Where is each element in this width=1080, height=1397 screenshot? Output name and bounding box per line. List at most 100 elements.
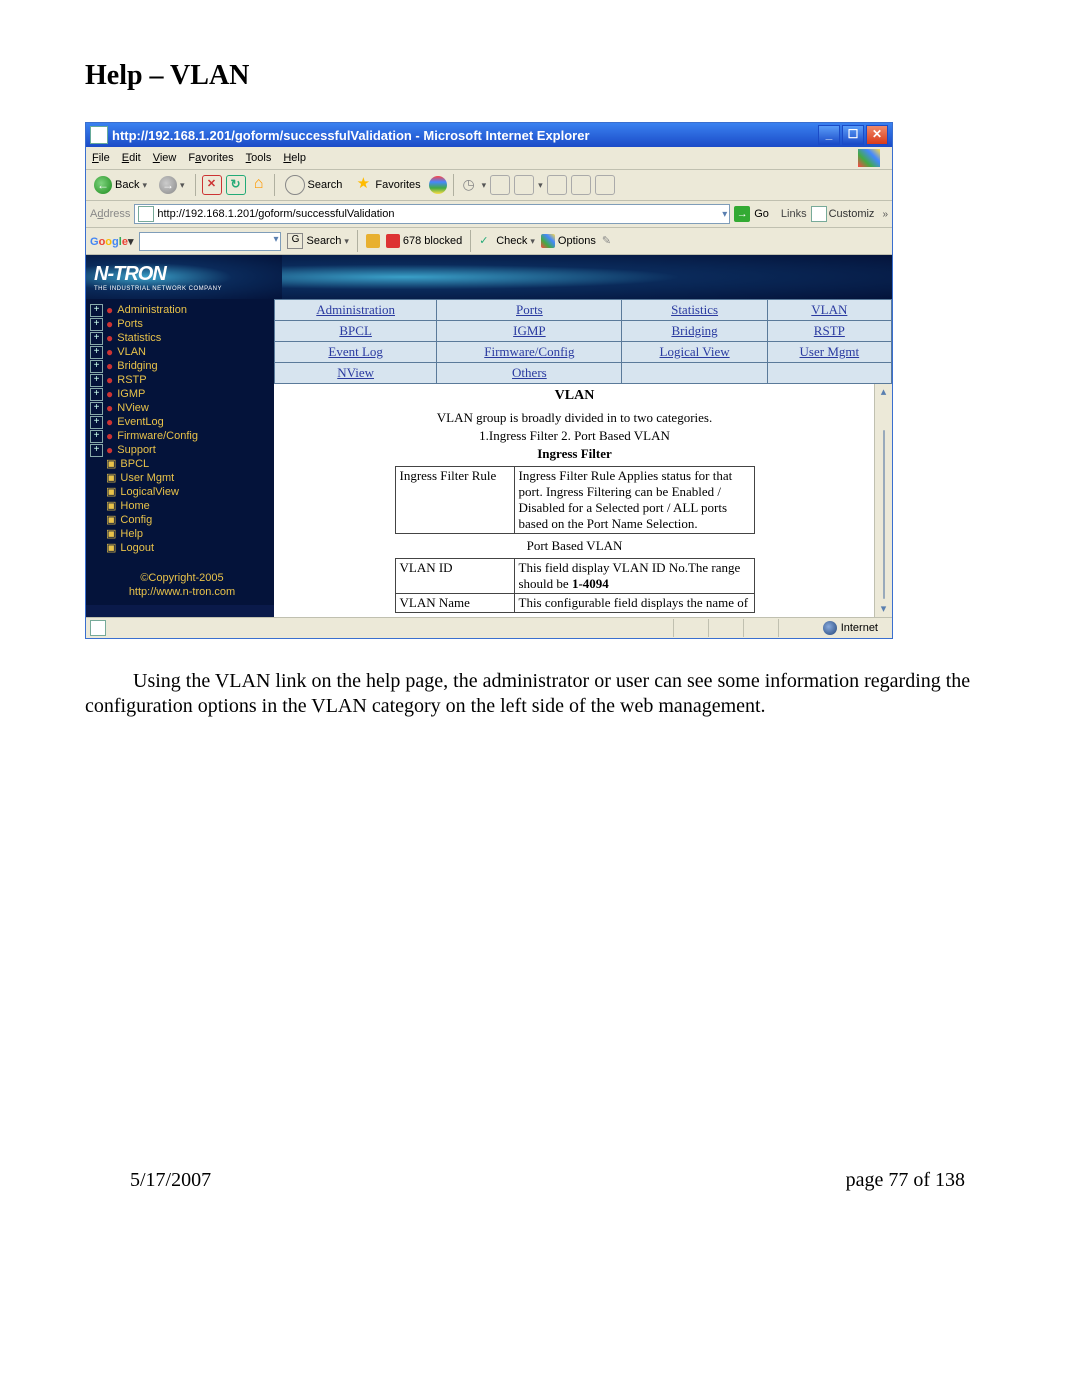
- history-icon[interactable]: [460, 176, 478, 194]
- media-icon[interactable]: [429, 176, 447, 194]
- tree-label[interactable]: Config: [120, 513, 152, 527]
- tree-label[interactable]: Statistics: [117, 331, 161, 345]
- tree-item-help[interactable]: ▣Help: [90, 527, 274, 541]
- tab-bpcl[interactable]: BPCL: [339, 323, 372, 338]
- tree-item-ports[interactable]: +●Ports: [90, 317, 274, 331]
- expand-icon[interactable]: +: [90, 430, 103, 443]
- tree-label[interactable]: Support: [117, 443, 156, 457]
- go-icon[interactable]: [734, 206, 750, 222]
- menu-file[interactable]: File: [92, 152, 110, 164]
- tree-label[interactable]: Firmware/Config: [117, 429, 198, 443]
- tab-ports[interactable]: Ports: [516, 302, 543, 317]
- stop-icon[interactable]: [202, 175, 222, 195]
- chevron-down-icon[interactable]: ▾: [722, 209, 727, 220]
- tree-item-nview[interactable]: +●NView: [90, 401, 274, 415]
- tree-item-home[interactable]: ▣Home: [90, 499, 274, 513]
- google-logo[interactable]: Google▾: [90, 235, 133, 248]
- forward-button[interactable]: ▾: [155, 174, 189, 196]
- minimize-button[interactable]: _: [818, 125, 840, 145]
- tree-label[interactable]: Home: [120, 499, 149, 513]
- tree-item-bridging[interactable]: +●Bridging: [90, 359, 274, 373]
- messenger-icon[interactable]: [595, 175, 615, 195]
- maximize-button[interactable]: ☐: [842, 125, 864, 145]
- back-button[interactable]: Back ▾: [90, 174, 151, 196]
- tree-item-support[interactable]: +●Support: [90, 443, 274, 457]
- expand-icon[interactable]: +: [90, 388, 103, 401]
- tree-label[interactable]: User Mgmt: [120, 471, 174, 485]
- menu-help[interactable]: Help: [283, 152, 306, 164]
- tree-item-eventlog[interactable]: +●EventLog: [90, 415, 274, 429]
- scroll-up-icon[interactable]: ▴: [881, 384, 887, 400]
- menu-tools[interactable]: Tools: [246, 152, 272, 164]
- tree-label[interactable]: RSTP: [117, 373, 146, 387]
- expand-icon[interactable]: +: [90, 444, 103, 457]
- tree-label[interactable]: VLAN: [117, 345, 146, 359]
- options-button[interactable]: Options: [541, 234, 596, 248]
- chevron-right-icon[interactable]: »: [882, 209, 888, 220]
- google-search-button[interactable]: Search ▾: [287, 233, 348, 249]
- autofill-icon[interactable]: [602, 234, 616, 248]
- tab-statistics[interactable]: Statistics: [671, 302, 718, 317]
- search-button[interactable]: Search: [281, 174, 347, 196]
- tree-label[interactable]: Bridging: [117, 359, 157, 373]
- expand-icon[interactable]: +: [90, 304, 103, 317]
- scrollbar[interactable]: ▴ ▾: [874, 384, 892, 617]
- menu-favorites[interactable]: Favorites: [188, 152, 233, 164]
- tree-item-config[interactable]: ▣Config: [90, 513, 274, 527]
- close-button[interactable]: ✕: [866, 125, 888, 145]
- tree-item-statistics[interactable]: +●Statistics: [90, 331, 274, 345]
- edit-icon[interactable]: [547, 175, 567, 195]
- expand-icon[interactable]: +: [90, 402, 103, 415]
- google-search-input[interactable]: ▾: [139, 232, 281, 251]
- tree-label[interactable]: Logout: [120, 541, 154, 555]
- tree-item-administration[interactable]: +●Administration: [90, 303, 274, 317]
- expand-icon[interactable]: +: [90, 332, 103, 345]
- refresh-icon[interactable]: [226, 175, 246, 195]
- expand-icon[interactable]: +: [90, 416, 103, 429]
- menu-edit[interactable]: Edit: [122, 152, 141, 164]
- tree-label[interactable]: Administration: [117, 303, 187, 317]
- tree-item-vlan[interactable]: +●VLAN: [90, 345, 274, 359]
- tab-usermgmt[interactable]: User Mgmt: [800, 344, 860, 359]
- tree-item-firmware-config[interactable]: +●Firmware/Config: [90, 429, 274, 443]
- tree-label[interactable]: IGMP: [117, 387, 145, 401]
- tree-label[interactable]: NView: [117, 401, 149, 415]
- print-icon[interactable]: [514, 175, 534, 195]
- tab-igmp[interactable]: IGMP: [513, 323, 546, 338]
- tree-item-logicalview[interactable]: ▣LogicalView: [90, 485, 274, 499]
- expand-icon[interactable]: +: [90, 374, 103, 387]
- tab-firmware[interactable]: Firmware/Config: [484, 344, 574, 359]
- tab-nview[interactable]: NView: [337, 365, 374, 380]
- tree-item-bpcl[interactable]: ▣BPCL: [90, 457, 274, 471]
- tab-others[interactable]: Others: [512, 365, 547, 380]
- scroll-down-icon[interactable]: ▾: [881, 601, 887, 617]
- tree-label[interactable]: LogicalView: [120, 485, 179, 499]
- menu-view[interactable]: View: [153, 152, 177, 164]
- expand-icon[interactable]: +: [90, 360, 103, 373]
- news-icon[interactable]: [366, 234, 380, 248]
- tab-bridging[interactable]: Bridging: [671, 323, 717, 338]
- chevron-down-icon[interactable]: ▾: [273, 234, 278, 245]
- go-label[interactable]: Go: [754, 208, 769, 220]
- tree-item-user-mgmt[interactable]: ▣User Mgmt: [90, 471, 274, 485]
- tab-eventlog[interactable]: Event Log: [328, 344, 383, 359]
- address-input[interactable]: http://192.168.1.201/goform/successfulVa…: [134, 204, 730, 224]
- home-icon[interactable]: [250, 176, 268, 194]
- tree-label[interactable]: EventLog: [117, 415, 163, 429]
- popup-blocked-button[interactable]: 678 blocked: [386, 234, 462, 248]
- tab-administration[interactable]: Administration: [316, 302, 395, 317]
- tree-label[interactable]: Help: [120, 527, 143, 541]
- expand-icon[interactable]: +: [90, 346, 103, 359]
- ntron-url[interactable]: http://www.n-tron.com: [90, 585, 274, 599]
- spellcheck-button[interactable]: Check ▾: [479, 234, 535, 248]
- discuss-icon[interactable]: [571, 175, 591, 195]
- expand-icon[interactable]: +: [90, 318, 103, 331]
- tab-rstp[interactable]: RSTP: [814, 323, 845, 338]
- tab-logicalview[interactable]: Logical View: [660, 344, 730, 359]
- scroll-thumb[interactable]: [883, 430, 885, 599]
- tree-item-logout[interactable]: ▣Logout: [90, 541, 274, 555]
- favorites-button[interactable]: Favorites: [350, 174, 424, 196]
- tab-vlan[interactable]: VLAN: [811, 302, 847, 317]
- tree-item-rstp[interactable]: +●RSTP: [90, 373, 274, 387]
- customize-link[interactable]: Customiz: [811, 206, 875, 222]
